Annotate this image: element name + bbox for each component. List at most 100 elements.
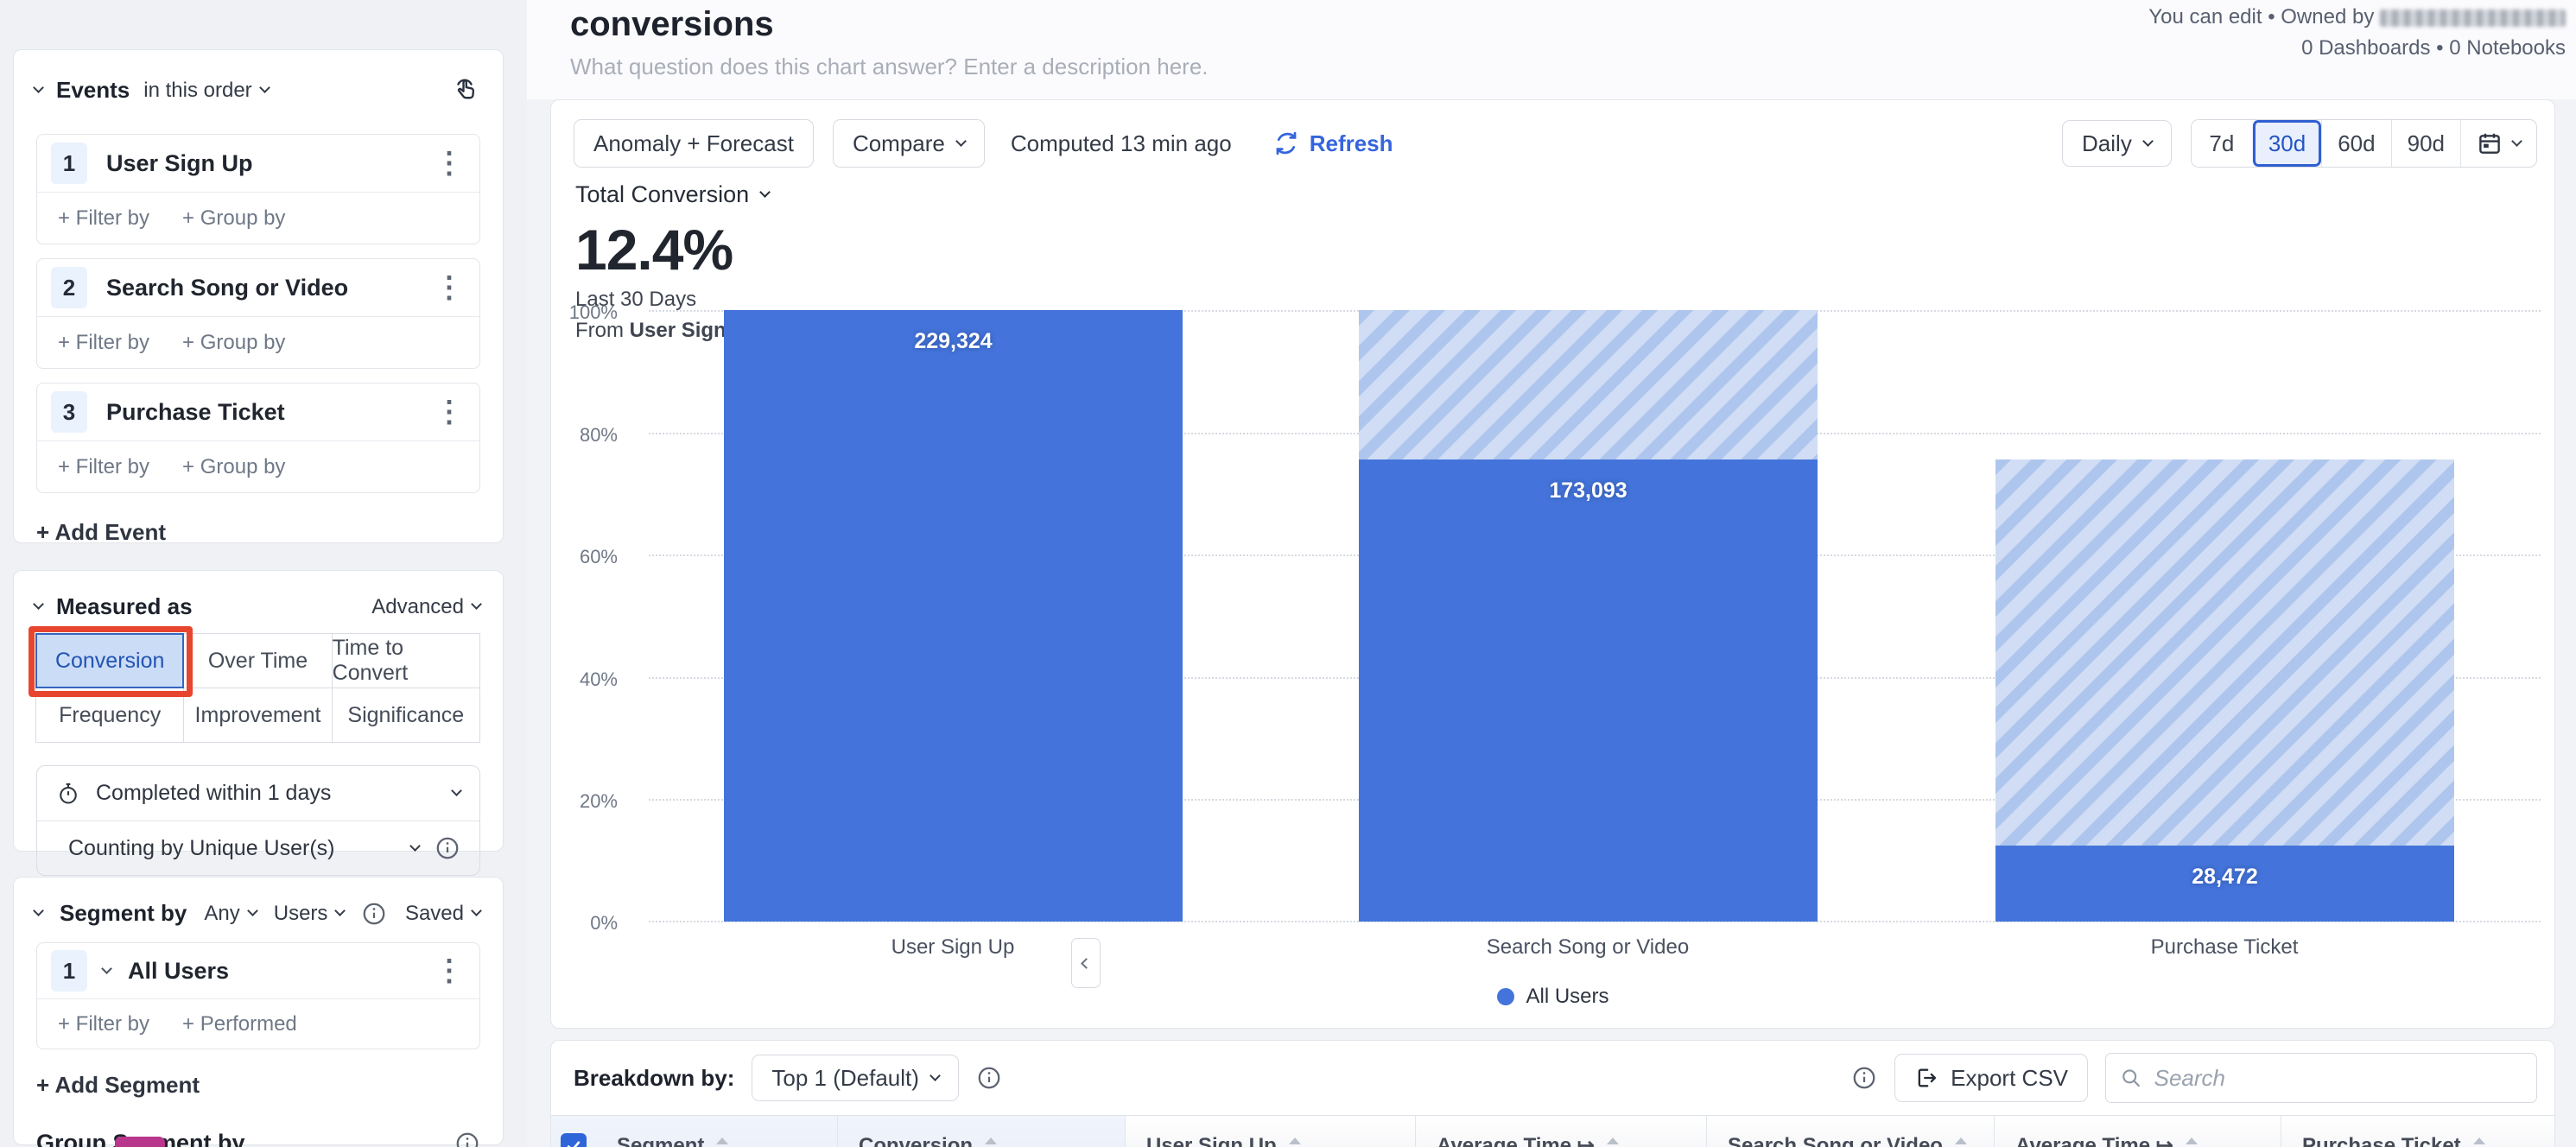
tab-conversion[interactable]: Conversion xyxy=(35,633,185,688)
group-by-link[interactable]: + Group by xyxy=(182,455,285,479)
tab-frequency[interactable]: Frequency xyxy=(35,688,185,743)
column-header-segment[interactable]: Segment xyxy=(596,1116,838,1147)
description-placeholder[interactable]: What question does this chart answer? En… xyxy=(570,54,1209,80)
segment-by-header: Segment by xyxy=(60,900,187,926)
sort-icon[interactable] xyxy=(1954,1137,1967,1147)
info-icon[interactable] xyxy=(435,835,460,861)
filter-by-link[interactable]: + Filter by xyxy=(58,331,149,355)
search-input[interactable] xyxy=(2154,1064,2522,1092)
performed-link[interactable]: + Performed xyxy=(182,1012,297,1036)
segment-saved-dropdown[interactable]: Saved xyxy=(405,902,482,926)
info-icon[interactable] xyxy=(976,1065,1002,1091)
segment-name[interactable]: All Users xyxy=(128,958,435,985)
event-name[interactable]: Purchase Ticket xyxy=(106,399,435,426)
column-header-average-time-1[interactable]: Average Time ↦ xyxy=(1416,1116,1707,1147)
chart-meta: You can edit • Owned by 0 Dashboards • 0… xyxy=(2148,5,2566,60)
range-60d[interactable]: 60d xyxy=(2321,120,2390,167)
total-conversion-value: 12.4% xyxy=(575,218,733,282)
interval-dropdown[interactable]: Daily xyxy=(2062,120,2172,167)
event-menu-kebab-icon[interactable]: ⋮ xyxy=(435,273,464,302)
compare-dropdown[interactable]: Compare xyxy=(832,119,985,168)
metric-dropdown[interactable]: Total Conversion xyxy=(575,181,1163,208)
breakdown-top-dropdown[interactable]: Top 1 (Default) xyxy=(752,1055,959,1101)
column-header-purchase-ticket[interactable]: Purchase Ticket xyxy=(2281,1116,2554,1147)
range-90d[interactable]: 90d xyxy=(2390,120,2460,167)
event-menu-kebab-icon[interactable]: ⋮ xyxy=(435,149,464,178)
event-number-badge: 2 xyxy=(51,267,87,308)
segment-menu-kebab-icon[interactable]: ⋮ xyxy=(435,956,464,985)
interactive-demo-pointer-icon[interactable] xyxy=(449,73,480,108)
legend-item-all-users[interactable]: All Users xyxy=(1496,985,1609,1009)
sort-icon[interactable] xyxy=(1288,1137,1301,1147)
filter-by-link[interactable]: + Filter by xyxy=(58,455,149,479)
collapse-sidebar-button[interactable] xyxy=(1071,938,1101,988)
info-icon[interactable] xyxy=(454,1131,480,1147)
refresh-button[interactable]: Refresh xyxy=(1273,130,1393,157)
counting-by-dropdown[interactable]: Counting by Unique User(s) xyxy=(37,821,479,875)
column-header-search-song-or-video[interactable]: Search Song or Video xyxy=(1707,1116,1995,1147)
chevron-down-icon xyxy=(409,840,421,852)
group-by-link[interactable]: + Group by xyxy=(182,331,285,355)
segment-expand-chevron-icon[interactable] xyxy=(101,962,112,974)
advanced-dropdown[interactable]: Advanced xyxy=(371,595,482,619)
sort-icon[interactable] xyxy=(1606,1137,1619,1147)
column-header-conversion[interactable]: Conversion xyxy=(838,1116,1126,1147)
sort-icon[interactable] xyxy=(2472,1137,2485,1147)
bar-solid[interactable]: 173,093 xyxy=(1359,459,1818,922)
funnel-bar-purchase-ticket[interactable]: 28,472 xyxy=(1995,459,2454,922)
range-30d[interactable]: 30d xyxy=(2251,120,2322,167)
sort-icon[interactable] xyxy=(2185,1137,2198,1147)
segment-users-dropdown[interactable]: Users xyxy=(274,902,346,926)
breakdown-by-label: Breakdown by: xyxy=(574,1064,735,1091)
date-range-group: 7d 30d 60d 90d xyxy=(2190,119,2537,168)
event-item: 3 Purchase Ticket ⋮ + Filter by + Group … xyxy=(36,383,480,493)
segment-item: 1 All Users ⋮ + Filter by + Performed xyxy=(36,942,480,1049)
completed-within-dropdown[interactable]: Completed within 1 days xyxy=(37,766,479,821)
y-tick: 0% xyxy=(590,912,618,934)
column-header-average-time-2[interactable]: Average Time ↦ xyxy=(1995,1116,2281,1147)
info-icon[interactable] xyxy=(1851,1065,1877,1091)
page-title[interactable]: conversions xyxy=(570,5,774,44)
tab-significance[interactable]: Significance xyxy=(331,688,480,743)
select-all-checkbox[interactable] xyxy=(561,1132,587,1147)
events-header: Events xyxy=(56,77,130,103)
segment-collapse-chevron-icon[interactable] xyxy=(33,905,44,916)
range-7d[interactable]: 7d xyxy=(2192,120,2252,167)
date-picker-button[interactable] xyxy=(2460,120,2536,167)
segment-by-panel: Segment by Any Users Saved 1 All Users ⋮… xyxy=(13,877,504,1147)
bar-value-label: 28,472 xyxy=(2192,865,2258,889)
event-order-dropdown[interactable]: in this order xyxy=(143,79,270,103)
group-by-link[interactable]: + Group by xyxy=(182,206,285,231)
y-tick: 60% xyxy=(579,546,618,567)
segment-number-badge: 1 xyxy=(51,950,87,992)
tab-time-to-convert[interactable]: Time to Convert xyxy=(331,633,480,688)
tab-improvement[interactable]: Improvement xyxy=(183,688,333,743)
bar-solid[interactable]: 28,472 xyxy=(1995,846,2454,922)
export-csv-button[interactable]: Export CSV xyxy=(1894,1054,2088,1102)
segment-any-dropdown[interactable]: Any xyxy=(204,902,258,926)
funnel-bar-user-sign-up[interactable]: 229,324 xyxy=(724,310,1183,922)
column-header-user-sign-up[interactable]: User Sign Up xyxy=(1126,1116,1416,1147)
event-number-badge: 1 xyxy=(51,143,87,184)
funnel-bar-search-song-or-video[interactable]: 173,093 xyxy=(1359,310,1818,922)
event-menu-kebab-icon[interactable]: ⋮ xyxy=(435,397,464,427)
event-name[interactable]: Search Song or Video xyxy=(106,275,435,301)
add-event-button[interactable]: + Add Event xyxy=(36,519,166,546)
sort-icon[interactable] xyxy=(716,1137,729,1147)
owner-name-redacted xyxy=(2380,9,2566,27)
sort-icon[interactable] xyxy=(985,1137,998,1147)
filter-by-link[interactable]: + Filter by xyxy=(58,1012,149,1036)
tab-over-time[interactable]: Over Time xyxy=(183,633,333,688)
events-panel: Events in this order 1 User Sign Up ⋮ + … xyxy=(13,49,504,607)
measured-collapse-chevron-icon[interactable] xyxy=(33,599,44,610)
legend-label: All Users xyxy=(1526,985,1609,1008)
anomaly-forecast-button[interactable]: Anomaly + Forecast xyxy=(574,119,814,168)
add-segment-button[interactable]: + Add Segment xyxy=(36,1072,200,1099)
bar-solid[interactable]: 229,324 xyxy=(724,310,1183,922)
events-collapse-chevron-icon[interactable] xyxy=(33,82,44,93)
measure-mode-grid: Conversion Over Time Time to Convert Fre… xyxy=(29,626,480,743)
table-search-box[interactable] xyxy=(2105,1053,2537,1103)
filter-by-link[interactable]: + Filter by xyxy=(58,206,149,231)
event-name[interactable]: User Sign Up xyxy=(106,150,435,177)
info-icon[interactable] xyxy=(361,901,387,927)
